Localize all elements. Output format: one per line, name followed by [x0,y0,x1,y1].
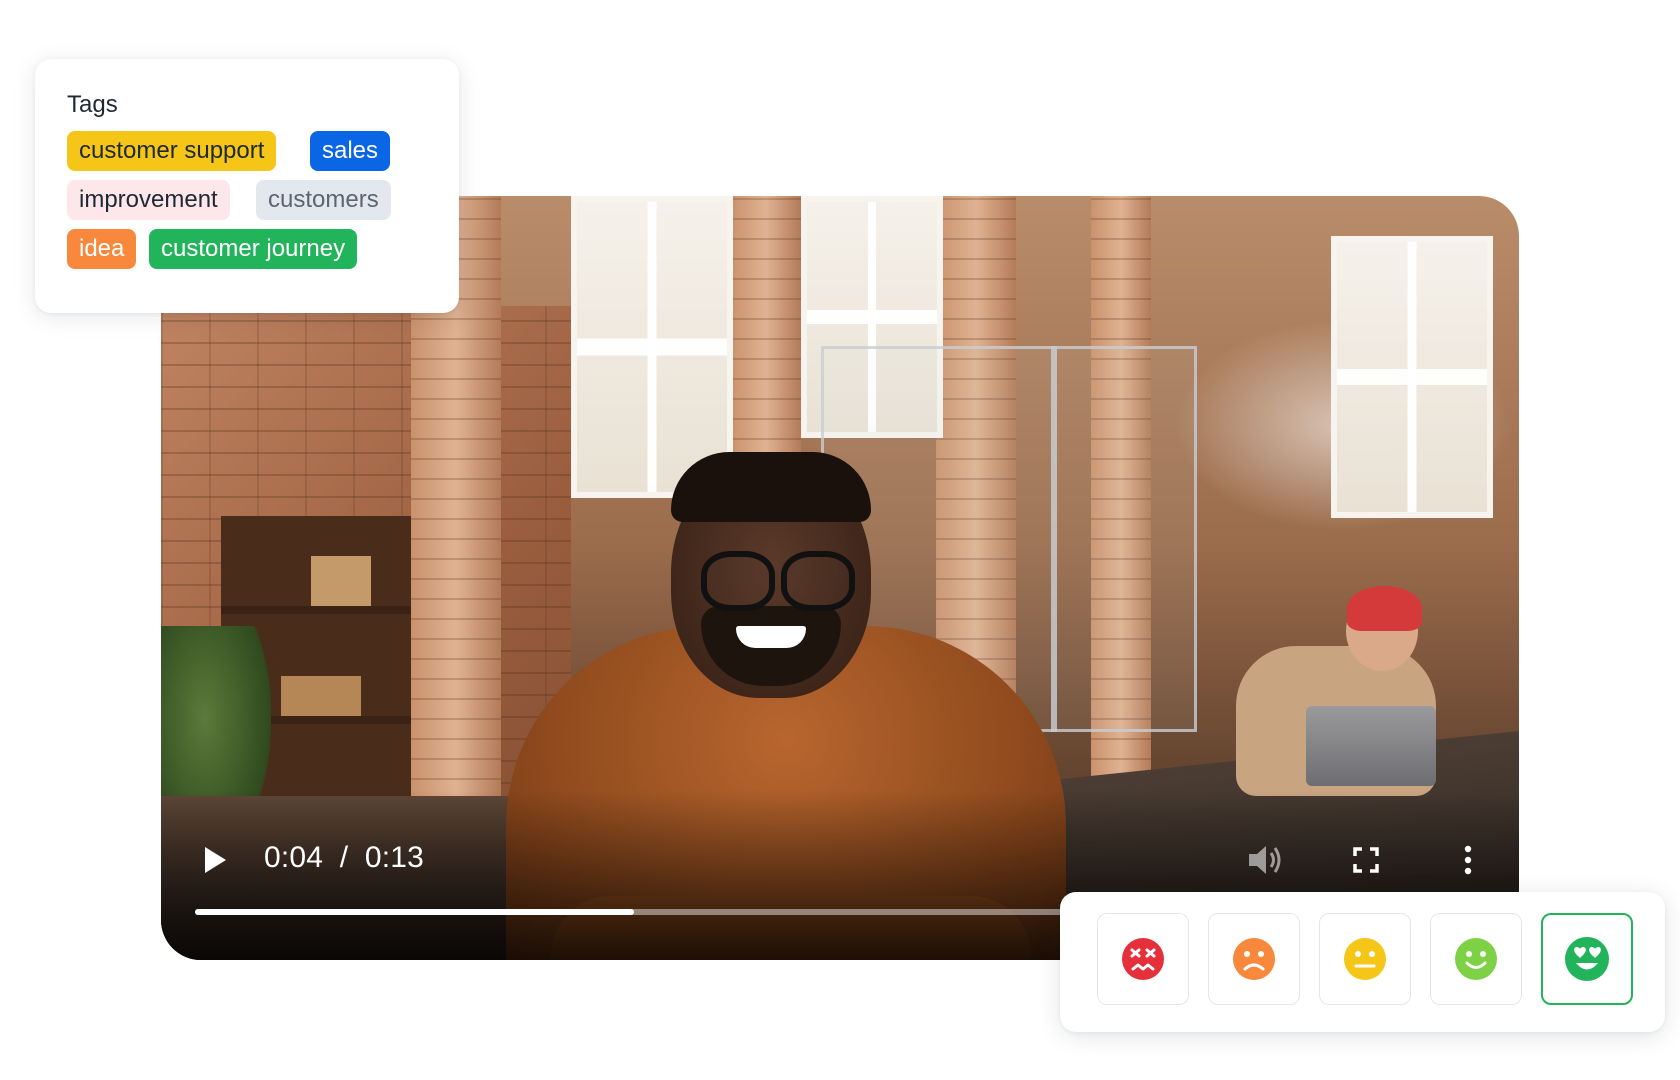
window [571,196,733,498]
rating-satisfied-button[interactable] [1430,913,1522,1005]
more-options-button[interactable] [1446,838,1490,882]
tags-title: Tags [67,91,118,118]
time-separator: / [339,841,349,874]
glasses-lens [781,551,855,611]
rating-card [1060,892,1665,1032]
glass-partition [1051,346,1197,732]
tag-customer-journey[interactable]: customer journey [149,229,358,269]
heart-eyes-face-icon [1565,937,1609,981]
books [311,556,371,606]
duration: 0:13 [364,841,425,874]
fullscreen-icon [1353,847,1379,873]
window [1331,236,1493,518]
presenter-smile [736,626,806,648]
play-icon [205,847,226,873]
tag-customers[interactable]: customers [256,180,391,220]
smiling-face-icon [1455,938,1497,980]
fullscreen-button[interactable] [1344,838,1388,882]
books [281,676,361,716]
volume-button[interactable] [1243,838,1287,882]
rating-very-dissatisfied-button[interactable] [1097,913,1189,1005]
volume-icon [1249,846,1281,874]
tags-card: Tags customer support sales improvement … [35,59,459,313]
rating-very-satisfied-button[interactable] [1541,913,1633,1005]
play-button[interactable] [197,840,233,880]
very-angry-face-icon [1122,938,1164,980]
more-vertical-icon [1464,845,1472,875]
frowning-face-icon [1233,938,1275,980]
shelf-board [221,606,411,614]
tag-idea[interactable]: idea [67,229,137,269]
tag-improvement[interactable]: improvement [67,180,230,220]
presenter-hair [671,452,871,522]
glasses-lens [701,551,775,611]
laptop [1306,706,1436,786]
neutral-face-icon [1344,938,1386,980]
progress-fill [195,909,634,915]
time-display: 0:04 / 0:13 [264,841,424,875]
red-beanie [1347,586,1422,631]
rating-dissatisfied-button[interactable] [1208,913,1300,1005]
rating-neutral-button[interactable] [1319,913,1411,1005]
current-time: 0:04 [264,841,324,874]
tag-sales[interactable]: sales [310,131,391,171]
tag-customer-support[interactable]: customer support [67,131,277,171]
